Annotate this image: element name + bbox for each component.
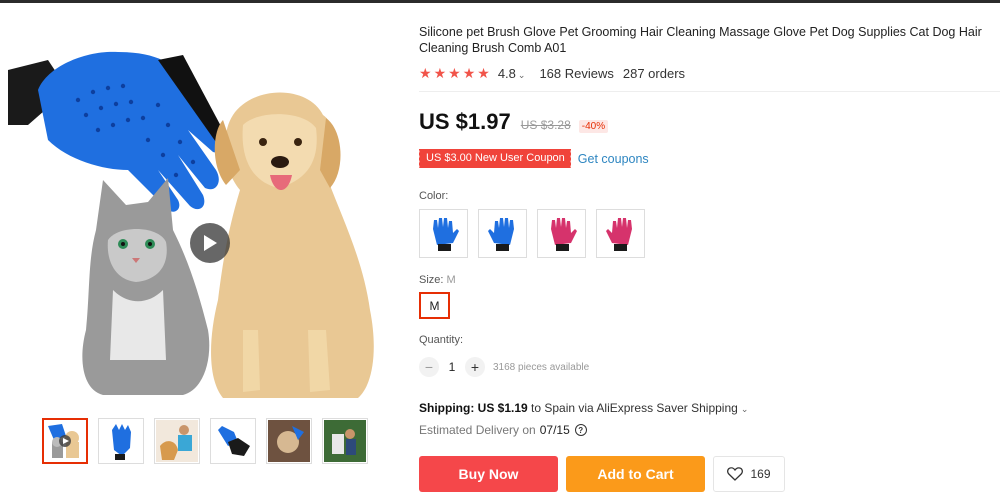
quantity-minus-button[interactable]: − [419, 357, 439, 377]
get-coupons-link[interactable]: Get coupons [578, 152, 649, 166]
size-option-m[interactable]: M [419, 292, 450, 319]
thumbnail-1[interactable] [42, 418, 88, 464]
blue-glove-icon [432, 217, 459, 251]
color-swatches [419, 209, 1000, 258]
coupon-row: US $3.00 New User Coupon Get coupons [418, 149, 1000, 168]
star-rating[interactable]: ★ ★ ★ ★ ★ [419, 66, 490, 80]
blue-glove-icon [487, 217, 514, 251]
shipping-method: to Spain via AliExpress Saver Shipping [527, 401, 738, 415]
current-price: US $1.97 [419, 109, 511, 134]
thumb-blue-glove-image [112, 424, 131, 460]
thumb-outdoor-dog-image [324, 420, 366, 462]
color-option-pink-left[interactable] [537, 209, 586, 258]
chevron-down-icon: ⌄ [740, 404, 749, 414]
pink-glove-icon [550, 217, 577, 251]
wishlist-count: 169 [750, 467, 771, 481]
size-selected-value: M [446, 274, 456, 286]
star-icon: ★ [448, 65, 461, 81]
color-label: Color: [419, 190, 449, 202]
price-row: US $1.97 US $3.28 -40% [419, 109, 1000, 135]
star-icon: ★ [433, 65, 447, 81]
star-icon: ★ [462, 65, 476, 81]
top-border [0, 0, 1000, 3]
shipping-row[interactable]: Shipping: US $1.19 to Spain via AliExpre… [419, 401, 1000, 415]
reviews-link[interactable]: 168 Reviews [539, 66, 613, 81]
estimated-delivery: Estimated Delivery on 07/15 ? [419, 423, 1000, 437]
thumb-dog-cat-image [44, 420, 86, 462]
new-user-coupon[interactable]: US $3.00 New User Coupon [418, 149, 571, 168]
thumb-grooming-cat-image [268, 420, 310, 462]
discount-badge: -40% [578, 120, 609, 133]
delivery-label: Estimated Delivery on [419, 423, 536, 437]
play-video-button[interactable] [190, 223, 230, 263]
quantity-value[interactable]: 1 [439, 360, 465, 374]
size-label: Size: M [419, 274, 1000, 286]
thumbnail-6[interactable] [322, 418, 368, 464]
orders-count: 287 orders [622, 65, 686, 81]
thumb-two-gloves-image [218, 426, 250, 456]
buy-now-button[interactable]: Buy Now [419, 456, 558, 492]
pink-glove-icon [605, 217, 632, 251]
thumbnail-4[interactable] [210, 418, 256, 464]
rating-dropdown[interactable]: 4.8 ⌄ [498, 66, 526, 81]
chevron-down-icon: ⌄ [517, 69, 526, 80]
available-stock: 3168 pieces available [493, 361, 590, 373]
star-icon: ★ [419, 65, 432, 81]
play-icon [204, 235, 217, 251]
thumbnail-3[interactable] [154, 418, 200, 464]
product-photo [8, 51, 374, 398]
product-info-panel: Silicone pet Brush Glove Pet Grooming Ha… [418, 24, 1000, 492]
shipping-cost: Shipping: US $1.19 [419, 401, 528, 415]
thumb-person-dog-image [156, 420, 198, 462]
add-to-cart-button[interactable]: Add to Cart [566, 456, 705, 492]
rating-value: 4.8 [497, 65, 516, 81]
delivery-date: 07/15 [539, 423, 570, 437]
wishlist-button[interactable]: 169 [713, 456, 785, 492]
thumbnail-2[interactable] [98, 418, 144, 464]
quantity-stepper: − 1 + 3168 pieces available [419, 357, 1000, 377]
help-icon[interactable]: ? [574, 424, 587, 436]
main-product-image[interactable] [8, 30, 400, 406]
color-option-blue-right[interactable] [478, 209, 527, 258]
rating-row: ★ ★ ★ ★ ★ 4.8 ⌄ 168 Reviews 287 orders [419, 65, 1000, 81]
size-label-text: Size: [419, 274, 444, 286]
action-buttons: Buy Now Add to Cart 169 [419, 456, 1000, 492]
quantity-plus-button[interactable]: + [465, 357, 485, 377]
heart-icon [727, 467, 744, 481]
thumbnail-strip [42, 418, 368, 464]
color-option-blue-left[interactable] [419, 209, 468, 258]
quantity-label: Quantity: [419, 334, 464, 346]
thumbnail-5[interactable] [266, 418, 312, 464]
product-title: Silicone pet Brush Glove Pet Grooming Ha… [419, 25, 982, 55]
original-price: US $3.28 [520, 118, 571, 132]
star-icon: ★ [477, 65, 490, 81]
color-option-pink-right[interactable] [596, 209, 645, 258]
divider [419, 91, 1000, 92]
